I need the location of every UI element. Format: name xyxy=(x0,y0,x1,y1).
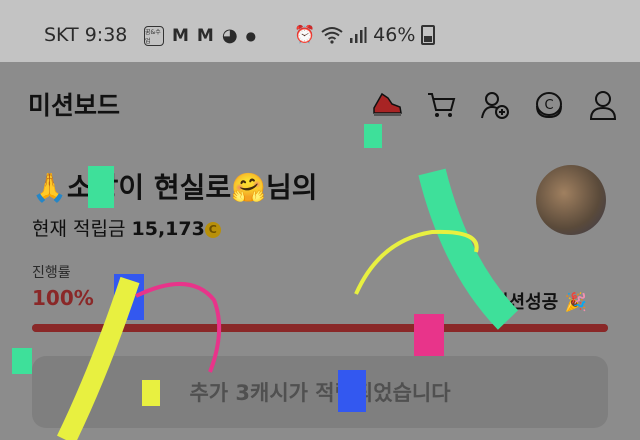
wifi-icon xyxy=(321,27,343,44)
notification-app-icon: 꿈&수업 xyxy=(144,25,164,46)
notification-m-icon: M xyxy=(172,25,189,46)
balance-value: 15,173 xyxy=(131,218,205,240)
avatar[interactable] xyxy=(536,165,606,235)
mission-success-label: 미션성공 🎉 xyxy=(492,292,587,313)
profile-icon[interactable] xyxy=(576,87,630,123)
cart-icon[interactable] xyxy=(414,87,468,123)
svg-text:C: C xyxy=(544,98,553,113)
moon-icon: ◕ xyxy=(221,25,238,46)
mission-title: 🙏소망이 현실로🤗님의 xyxy=(32,171,318,204)
reward-notice-text: 추가 3캐시가 적립되었습니다 xyxy=(189,381,451,405)
battery-percent: 46% xyxy=(373,24,416,46)
progress-bar xyxy=(32,324,608,332)
notification-m2-icon: M xyxy=(196,25,214,46)
balance-line: 현재 적립금 15,173 C xyxy=(32,214,221,241)
mission-board-screen: 미션보드 C 🙏소망이 현실로🤗님의 현재 적립금 15,173 C 진행률 10… xyxy=(0,62,640,440)
dot-icon: ● xyxy=(245,28,257,43)
progress-label: 진행률 xyxy=(32,265,71,281)
shoe-icon[interactable] xyxy=(360,87,414,123)
add-user-icon[interactable] xyxy=(468,87,522,123)
progress-bar-fill xyxy=(32,324,608,332)
status-bar: SKT 9:38 꿈&수업 M M ◕ ● ⏰ 46% xyxy=(0,0,640,62)
balance-label: 현재 적립금 xyxy=(32,218,126,240)
page-title: 미션보드 xyxy=(28,91,121,120)
battery-icon xyxy=(421,25,436,45)
alarm-icon: ⏰ xyxy=(294,25,316,45)
progress-value: 100% xyxy=(32,286,94,310)
coin-icon[interactable]: C xyxy=(522,87,576,123)
coin-badge-icon: C xyxy=(204,221,221,238)
signal-icon xyxy=(350,27,367,43)
status-time: SKT 9:38 xyxy=(44,24,128,46)
reward-notice: 추가 3캐시가 적립되었습니다 xyxy=(32,356,608,428)
